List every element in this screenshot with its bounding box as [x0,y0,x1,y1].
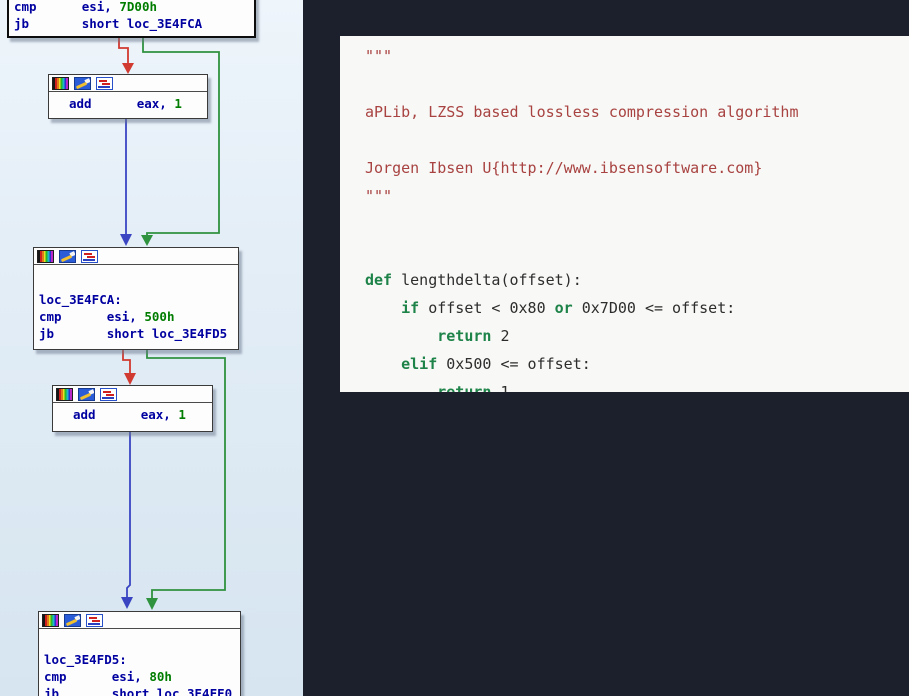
node-toolbar [49,75,207,92]
code-line [365,210,909,238]
edge-red-1 [119,38,134,74]
edit-node-icon[interactable] [74,77,91,90]
asm-instruction: jb short loc_3E4FD5 [39,325,234,342]
edge-green-1 [141,38,219,246]
code-line: Jorgen Ibsen U{http://www.ibsensoftware.… [365,154,909,182]
code-line: elif 0x500 <= offset: [365,350,909,378]
node-toolbar [39,612,240,629]
screen: cmp esi, 7D00hjb short loc_3E4FCA add ea… [0,0,909,696]
code-pane-background: """ aPLib, LZSS based lossless compressi… [303,0,909,696]
graph-node-loc-3E4FCA[interactable]: loc_3E4FCA:cmp esi, 500hjb short loc_3E4… [33,247,239,350]
asm-instruction: cmp esi, 500h [39,308,234,325]
code-line [365,70,909,98]
asm-instruction: cmp esi, 80h [44,668,236,685]
graph-node-add-1[interactable]: add eax, 1 [48,74,208,119]
node-color-icon[interactable] [52,77,69,90]
python-source-panel[interactable]: """ aPLib, LZSS based lossless compressi… [340,36,909,392]
edge-red-2 [123,350,136,385]
node-color-icon[interactable] [37,250,54,263]
edit-node-icon[interactable] [64,614,81,627]
python-source-code: """ aPLib, LZSS based lossless compressi… [340,36,909,392]
node-color-icon[interactable] [56,388,73,401]
edit-node-icon[interactable] [59,250,76,263]
asm-instruction: add eax, 1 [73,406,208,423]
node-toolbar [34,248,238,265]
code-line: aPLib, LZSS based lossless compression a… [365,98,909,126]
group-node-icon[interactable] [96,77,113,90]
graph-node-add-2[interactable]: add eax, 1 [52,385,213,432]
edge-blue-1 [120,119,132,246]
edit-node-icon[interactable] [78,388,95,401]
group-node-icon[interactable] [100,388,117,401]
asm-instruction: cmp esi, 7D00h [14,0,250,15]
group-node-icon[interactable] [86,614,103,627]
code-line: """ [365,182,909,210]
edge-blue-2 [121,432,133,609]
code-line: """ [365,42,909,70]
asm-label: loc_3E4FCA: [39,291,234,308]
graph-node-top[interactable]: cmp esi, 7D00hjb short loc_3E4FCA [7,0,256,38]
group-node-icon[interactable] [81,250,98,263]
asm-instruction: jb short loc_3E4FCA [14,15,250,32]
code-line [365,238,909,266]
asm-instruction: jb short loc_3E4FE0 [44,685,236,696]
node-toolbar [53,386,212,403]
code-line: if offset < 0x80 or 0x7D00 <= offset: [365,294,909,322]
node-color-icon[interactable] [42,614,59,627]
graph-node-loc-3E4FD5[interactable]: loc_3E4FD5:cmp esi, 80hjb short loc_3E4F… [38,611,241,696]
code-line: def lengthdelta(offset): [365,266,909,294]
code-line: return 2 [365,322,909,350]
code-line: return 1 [365,378,909,392]
asm-label: loc_3E4FD5: [44,651,236,668]
disassembly-graph-pane[interactable]: cmp esi, 7D00hjb short loc_3E4FCA add ea… [0,0,303,696]
code-line [365,126,909,154]
asm-instruction: add eax, 1 [69,95,203,112]
